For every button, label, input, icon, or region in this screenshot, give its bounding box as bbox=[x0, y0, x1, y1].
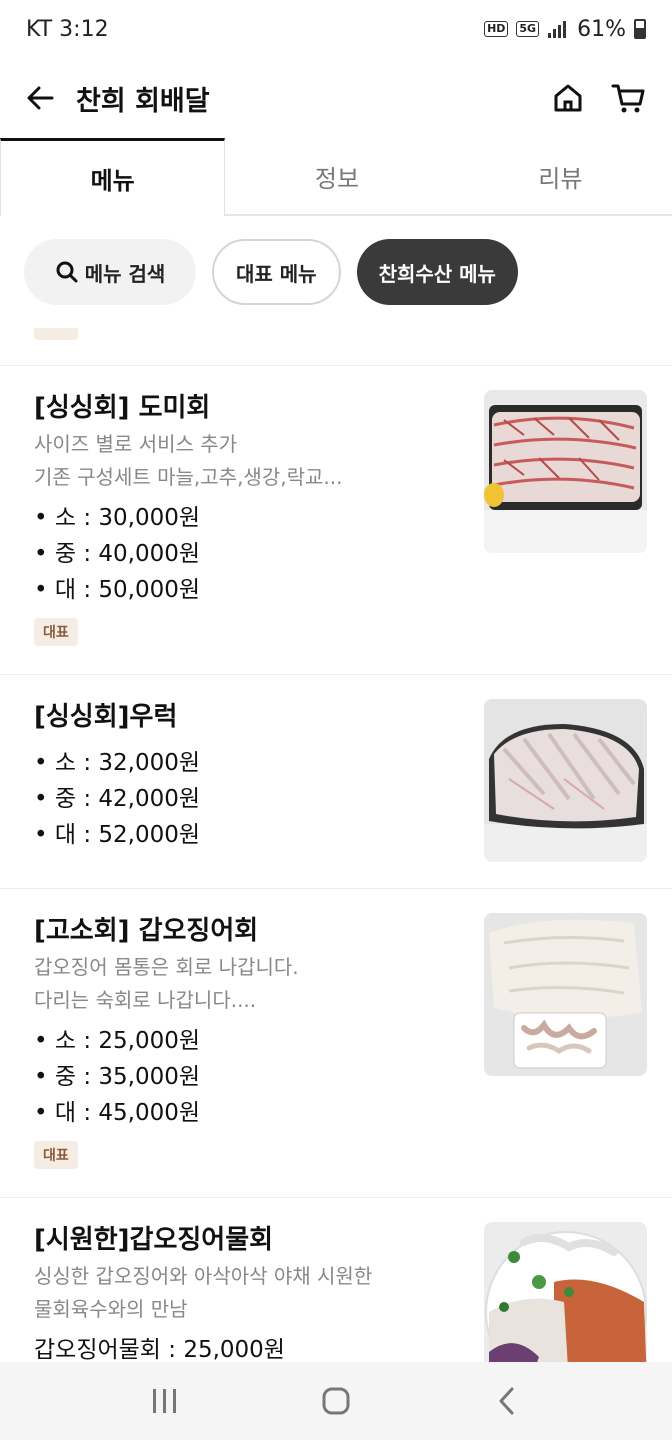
menu-item-desc: 기존 구성세트 마늘,고추,생강,락교... bbox=[34, 465, 343, 489]
menu-item-name: [고소회] 갑오징어회 bbox=[34, 916, 259, 946]
representative-badge: 대표 bbox=[34, 1141, 78, 1169]
battery-icon bbox=[634, 19, 646, 39]
menu-item[interactable]: [시원한]갑오징어물회 싱싱한 갑오징어와 아삭아삭 야채 시원한 물회육수와의… bbox=[0, 1198, 672, 1362]
menu-item-text: [싱싱회] 도미회 사이즈 별로 서비스 추가 기존 구성세트 마늘,고추,생강… bbox=[34, 390, 454, 646]
menu-item[interactable]: [싱싱회] 도미회 사이즈 별로 서비스 추가 기존 구성세트 마늘,고추,생강… bbox=[0, 366, 672, 675]
recent-apps-button[interactable] bbox=[135, 1371, 195, 1431]
arrow-left-icon bbox=[27, 86, 54, 110]
cold-raw-cuttlefish-soup-image bbox=[484, 1222, 647, 1362]
cart-button[interactable] bbox=[606, 76, 650, 120]
signal-icon bbox=[548, 21, 567, 38]
menu-list: [싱싱회] 도미회 사이즈 별로 서비스 추가 기존 구성세트 마늘,고추,생강… bbox=[0, 328, 672, 1362]
tab-reviews[interactable]: 리뷰 bbox=[449, 138, 672, 214]
price-medium: • 중 : 40,000원 bbox=[34, 541, 201, 567]
search-icon bbox=[56, 261, 78, 283]
price-large: • 대 : 45,000원 bbox=[34, 1100, 201, 1126]
menu-item-image bbox=[484, 1222, 647, 1362]
menu-search-label: 메뉴 검색 bbox=[84, 261, 166, 286]
menu-item-prices: • 소 : 30,000원 • 중 : 40,000원 • 대 : 50,000… bbox=[34, 500, 454, 608]
battery-percent: 61% bbox=[577, 16, 626, 42]
price-large: • 대 : 52,000원 bbox=[34, 822, 201, 848]
menu-item-image bbox=[484, 913, 647, 1076]
menu-search-button[interactable]: 메뉴 검색 bbox=[24, 239, 196, 305]
menu-item-text: [싱싱회]우럭 • 소 : 32,000원 • 중 : 42,000원 • 대 … bbox=[34, 699, 454, 853]
store-title: 찬희 회배달 bbox=[76, 85, 210, 117]
menu-item-name: [싱싱회]우럭 bbox=[34, 702, 178, 732]
menu-item-name: [싱싱회] 도미회 bbox=[34, 393, 211, 423]
menu-item-image bbox=[484, 699, 647, 862]
price-single: 갑오징어물회 : 25,000원 bbox=[34, 1337, 285, 1362]
menu-item-desc: 다리는 숙회로 나갑니다.... bbox=[34, 988, 257, 1012]
price-small: • 소 : 30,000원 bbox=[34, 505, 201, 531]
home-nav-button[interactable] bbox=[306, 1371, 366, 1431]
chip-chanhee-menu[interactable]: 찬희수산 메뉴 bbox=[356, 239, 518, 305]
price-small: • 소 : 32,000원 bbox=[34, 750, 201, 776]
clock: 3:12 bbox=[59, 16, 109, 42]
menu-item-desc: 물회육수와의 만남 bbox=[34, 1297, 188, 1321]
price-large: • 대 : 50,000원 bbox=[34, 577, 201, 603]
menu-item-desc: 사이즈 별로 서비스 추가 bbox=[34, 432, 238, 456]
system-nav-bar bbox=[0, 1362, 672, 1440]
back-button[interactable] bbox=[22, 80, 58, 116]
network-5g-icon: 5G bbox=[516, 21, 540, 37]
price-small: • 소 : 25,000원 bbox=[34, 1028, 201, 1054]
menu-item-prices: • 소 : 32,000원 • 중 : 42,000원 • 대 : 52,000… bbox=[34, 745, 454, 853]
menu-item-name: [시원한]갑오징어물회 bbox=[34, 1225, 274, 1255]
menu-item-image bbox=[484, 390, 647, 553]
badge-remnant bbox=[34, 328, 78, 340]
menu-item[interactable]: [싱싱회]우럭 • 소 : 32,000원 • 중 : 42,000원 • 대 … bbox=[0, 675, 672, 889]
cart-icon bbox=[611, 84, 645, 113]
price-medium: • 중 : 35,000원 bbox=[34, 1064, 201, 1090]
menu-item-text: [시원한]갑오징어물회 싱싱한 갑오징어와 아삭아삭 야채 시원한 물회육수와의… bbox=[34, 1222, 454, 1362]
cuttlefish-sashimi-image bbox=[484, 913, 647, 1076]
menu-item-desc: 싱싱한 갑오징어와 아삭아삭 야채 시원한 bbox=[34, 1264, 373, 1288]
home-button[interactable] bbox=[546, 76, 590, 120]
tab-menu[interactable]: 메뉴 bbox=[0, 138, 226, 216]
rockfish-sashimi-image bbox=[484, 699, 647, 862]
price-medium: • 중 : 42,000원 bbox=[34, 786, 201, 812]
menu-item-prices: 갑오징어물회 : 25,000원 bbox=[34, 1332, 454, 1362]
carrier-label: KT bbox=[26, 16, 53, 42]
app-bar: 찬희 회배달 bbox=[0, 58, 672, 138]
menu-filter-chips: 메뉴 검색 대표 메뉴 찬희수산 메뉴 bbox=[0, 216, 672, 328]
sea-bream-sashimi-image bbox=[484, 390, 647, 553]
menu-item-desc: 갑오징어 몸통은 회로 나갑니다. bbox=[34, 955, 299, 979]
representative-badge: 대표 bbox=[34, 618, 78, 646]
status-left: KT 3:12 bbox=[26, 17, 109, 42]
tab-info[interactable]: 정보 bbox=[225, 138, 448, 214]
chip-representative-menu[interactable]: 대표 메뉴 bbox=[212, 239, 341, 305]
hd-icon: HD bbox=[484, 21, 509, 37]
menu-item[interactable]: [고소회] 갑오징어회 갑오징어 몸통은 회로 나갑니다. 다리는 숙회로 나갑… bbox=[0, 889, 672, 1198]
back-nav-button[interactable] bbox=[477, 1371, 537, 1431]
previous-item-remnant bbox=[0, 328, 672, 366]
status-right: HD 5G 61% bbox=[484, 17, 646, 42]
chevron-left-icon bbox=[499, 1387, 514, 1415]
home-icon bbox=[554, 84, 582, 112]
menu-item-text: [고소회] 갑오징어회 갑오징어 몸통은 회로 나갑니다. 다리는 숙회로 나갑… bbox=[34, 913, 454, 1169]
recent-apps-icon bbox=[153, 1389, 177, 1413]
tab-bar: 메뉴 정보 리뷰 bbox=[0, 138, 672, 216]
status-bar: KT 3:12 HD 5G 61% bbox=[0, 0, 672, 58]
menu-item-prices: • 소 : 25,000원 • 중 : 35,000원 • 대 : 45,000… bbox=[34, 1023, 454, 1131]
home-circle-icon bbox=[322, 1387, 350, 1415]
